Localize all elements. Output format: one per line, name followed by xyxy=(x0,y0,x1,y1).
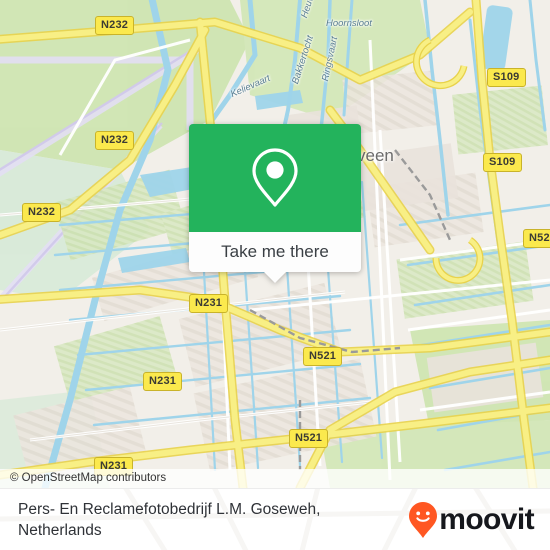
road-shield: S109 xyxy=(483,153,522,172)
place-label: veen xyxy=(357,146,394,165)
road-shield: N232 xyxy=(95,16,135,35)
map-attribution[interactable]: © OpenStreetMap contributors xyxy=(0,469,550,488)
poi-title-block: Pers- En Reclamefotobedrijf L.M. Goseweh… xyxy=(0,499,408,541)
callout-label: Take me there xyxy=(221,242,329,261)
road-shield: N231 xyxy=(143,372,183,391)
road-shield: N521 xyxy=(303,347,343,366)
moovit-logo[interactable]: moovit xyxy=(408,501,550,539)
map-canvas[interactable]: N232 N232 N232 S109 S109 N522 N231 N521 … xyxy=(0,0,550,488)
map-pin-icon xyxy=(252,148,298,207)
poi-name: Pers- En Reclamefotobedrijf L.M. Goseweh… xyxy=(18,500,321,518)
moovit-wordmark: moovit xyxy=(439,502,534,536)
callout-tail xyxy=(264,272,286,283)
road-shield: S109 xyxy=(487,68,526,87)
moovit-map-screenshot: N232 N232 N232 S109 S109 N522 N231 N521 … xyxy=(0,0,550,550)
road-shield: N232 xyxy=(22,203,62,222)
callout-icon-panel xyxy=(189,124,361,232)
moovit-pin-icon xyxy=(409,501,438,538)
road-shield: N231 xyxy=(189,294,229,313)
road-shield: N521 xyxy=(289,429,329,448)
callout-action[interactable]: Take me there xyxy=(189,232,361,283)
poi-country: Netherlands xyxy=(18,521,102,539)
road-shield: N522 xyxy=(523,229,550,248)
road-shield: N232 xyxy=(95,131,135,150)
water-label: Hoornsloot xyxy=(326,18,372,29)
location-callout[interactable]: Take me there xyxy=(189,124,361,283)
footer-bar: Pers- En Reclamefotobedrijf L.M. Goseweh… xyxy=(0,488,550,550)
